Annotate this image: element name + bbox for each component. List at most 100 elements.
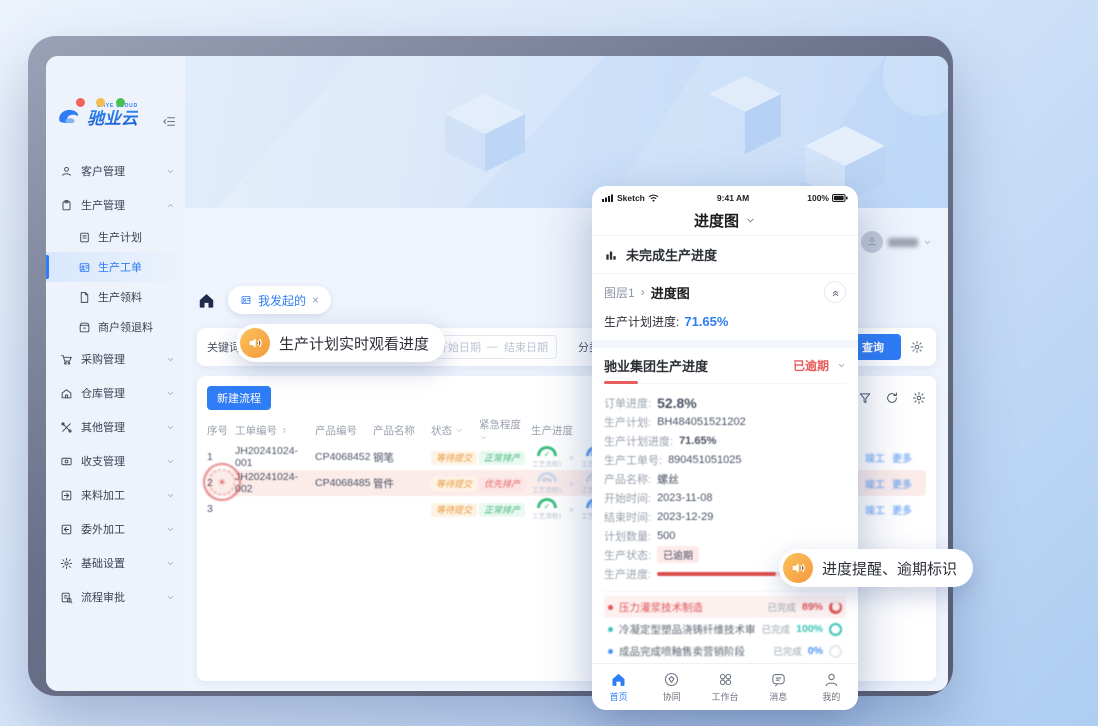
sidebar-item-label: 其他管理 [81,419,125,435]
cell-order-no: JH20241024-002 [235,471,315,495]
header-no: 序号 [207,423,235,438]
sidebar-item-workflow-approval[interactable]: 流程审批 [46,580,185,614]
section-header[interactable]: 驰业集团生产进度 已逾期 [604,348,846,384]
start-date-value: 2023-11-08 [657,492,712,504]
done-label: 已完成 [767,600,796,614]
progress-ring-icon [829,601,842,614]
chevron-down-icon [166,593,175,602]
sort-icon[interactable] [280,426,289,435]
refresh-icon[interactable] [885,391,899,405]
action-link[interactable]: 更多 [892,476,912,491]
header-status[interactable]: 状态 [431,423,479,438]
task-name: 压力灌浆技术制造 [619,600,761,615]
speaker-icon [783,553,813,583]
nav-workbench[interactable]: 工作台 [698,664,751,710]
nav-home[interactable]: 首页 [592,664,645,710]
chevron-down-icon [479,433,488,442]
close-window-button[interactable] [76,98,85,107]
priority-badge: 正常排产 [479,451,525,465]
table-settings-gear-icon[interactable] [912,391,926,405]
phone-content: 未完成生产进度 图层1 › 进度图 生产计划进度: 71.65% [592,236,858,663]
carrier-label: Sketch [617,193,645,203]
sidebar-item-other-mgmt[interactable]: 其他管理 [46,410,185,444]
cell-product-code: CP4068452 [315,451,373,463]
gauge-percent-icon: 0% [537,472,557,482]
approval-icon [60,591,73,604]
date-separator: — [487,341,498,353]
sidebar-item-purchasing-mgmt[interactable]: 采购管理 [46,342,185,376]
work-order-no-value: 890451051025 [668,454,741,466]
sidebar-item-incoming-processing[interactable]: 来料加工 [46,478,185,512]
task-name: 冷凝定型塑品浇铸纤维技术审验 [619,622,756,637]
sidebar-item-label: 客户管理 [81,163,125,179]
task-row[interactable]: 压力灌浆技术制造 已完成 89% [604,596,846,618]
home-tab-button[interactable] [197,291,216,310]
tab-initiated-by-me[interactable]: 我发起的 × [228,286,331,314]
header-product-name: 产品名称 [373,423,431,438]
status-badge: 等待提交 [431,477,477,491]
sidebar-item-label: 基础设置 [81,555,125,571]
action-link[interactable]: 竣工 [865,502,885,517]
sidebar-item-outsourced-processing[interactable]: 委外加工 [46,512,185,546]
sidebar-item-warehouse-mgmt[interactable]: 仓库管理 [46,376,185,410]
sidebar-item-finance-mgmt[interactable]: 收支管理 [46,444,185,478]
clock-label: 9:41 AM [662,193,804,203]
close-tab-icon[interactable]: × [312,293,319,307]
sidebar-item-production-plan[interactable]: 生产计划 [46,222,185,252]
filter-settings-button[interactable] [908,340,926,354]
chevron-down-icon[interactable] [745,215,756,226]
breadcrumb-parent[interactable]: 图层1 [604,284,635,301]
gauge-arrow-icon: » [569,504,574,514]
maximize-window-button[interactable] [116,98,125,107]
sidebar-item-label: 商户领退料 [98,319,153,335]
app-logo: CHYE CLOUD 驰业云 [57,104,138,127]
header-priority[interactable]: 紧急程度 [479,417,531,444]
task-percent: 0% [808,645,823,657]
workbench-grid-icon [717,671,734,688]
nav-messages[interactable]: 消息 [752,664,805,710]
bullet-dot [608,605,613,610]
sidebar-item-production-order[interactable]: 生产工单 [46,252,185,282]
plan-progress-value: 71.65% [679,435,716,447]
tools-icon [60,421,73,434]
sidebar-item-label: 生产计划 [98,229,142,245]
progress-ring-icon [829,645,842,658]
task-row[interactable]: 成品完成喷釉售卖营销阶段 已完成 0% [604,640,846,662]
action-link[interactable]: 竣工 [865,450,885,465]
header-order-no[interactable]: 工单编号 [235,423,315,438]
card-title: 未完成生产进度 [626,245,717,264]
sidebar-collapse-icon[interactable] [162,114,177,129]
filter-funnel-icon[interactable] [858,391,872,405]
bar-chart-icon [604,248,618,262]
sidebar-item-customer-mgmt[interactable]: 客户管理 [46,154,185,188]
task-row[interactable]: 冷凝定型塑品浇铸纤维技术审验 已完成 100% [604,618,846,640]
sidebar-item-material-requisition[interactable]: 生产领料 [46,282,185,312]
nav-collaboration[interactable]: 协同 [645,664,698,710]
sidebar-item-label: 生产工单 [98,259,142,275]
new-process-button[interactable]: 新建流程 [207,386,271,410]
plan-id-value: BH484051521202 [657,416,746,428]
warehouse-icon [60,387,73,400]
sidebar-item-label: 采购管理 [81,351,125,367]
chevron-down-icon [166,167,175,176]
task-percent: 100% [796,623,823,635]
sidebar-item-basic-settings[interactable]: 基础设置 [46,546,185,580]
sidebar-item-production-mgmt[interactable]: 生产管理 [46,188,185,222]
field-row: 结束时间: 2023-12-29 [604,507,846,526]
minimize-window-button[interactable] [96,98,105,107]
chevron-down-icon[interactable] [837,361,846,370]
action-link[interactable]: 竣工 [865,476,885,491]
nav-profile[interactable]: 我的 [805,664,858,710]
collapse-panel-button[interactable] [824,281,846,303]
user-menu[interactable] [861,231,932,253]
production-progress-bar [657,572,785,576]
task-list: 压力灌浆技术制造 已完成 89% 冷凝定型塑品浇铸纤维技术审验 已完成 100% [604,591,846,662]
phone-page-title-bar: 进度图 [592,205,858,236]
action-link[interactable]: 更多 [892,450,912,465]
gauge-arrow-icon: » [569,452,574,462]
sidebar-item-merchant-returns[interactable]: 商户领退料 [46,312,185,342]
double-chevron-up-icon [830,287,841,298]
logo-swoosh-icon [57,107,83,127]
cell-product-name: 管件 [373,476,431,491]
action-link[interactable]: 更多 [892,502,912,517]
